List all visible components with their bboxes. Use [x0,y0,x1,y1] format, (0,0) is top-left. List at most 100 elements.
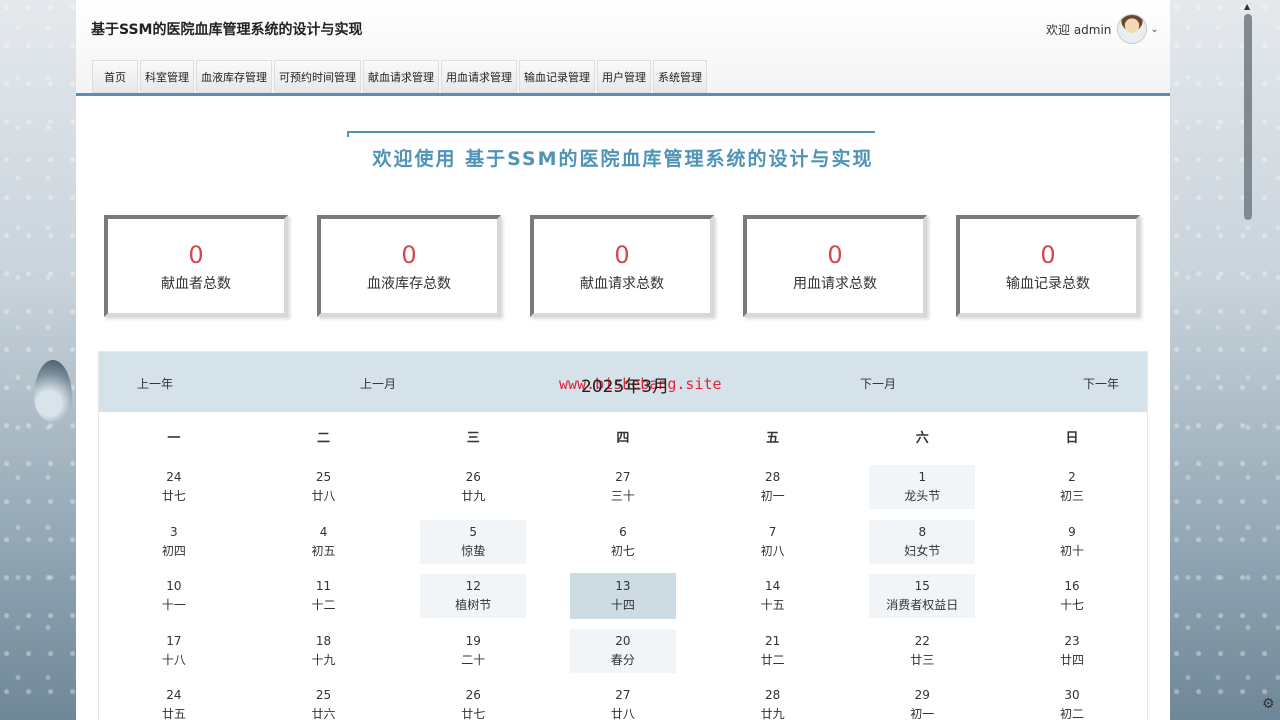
calendar-day[interactable]: 5 惊蛰 [398,515,548,570]
calendar-day[interactable]: 18 十九 [249,624,399,679]
calendar-day-number: 20 [615,633,631,648]
calendar-day[interactable]: 21 廿二 [698,624,848,679]
calendar-day[interactable]: 25 廿八 [249,460,399,515]
calendar-day-content: 3 初四 [121,520,227,564]
calendar-day-lunar: 廿九 [461,489,486,504]
calendar-day[interactable]: 26 廿九 [398,460,548,515]
calendar-day[interactable]: 26 廿七 [398,678,548,720]
calendar-day-lunar: 廿二 [760,652,785,667]
nav-appointment-time[interactable]: 可预约时间管理 [274,60,361,93]
calendar-day-lunar: 初二 [1059,707,1084,720]
calendar-day[interactable]: 1 龙头节 [847,460,997,515]
nav-system-management[interactable]: 系统管理 [653,60,707,93]
calendar-day-content: 26 廿九 [420,465,526,509]
calendar-day[interactable]: 27 廿八 [548,678,698,720]
stats-row: 0 献血者总数 0 血液库存总数 0 献血请求总数 0 用血请求总数 0 输血记… [104,215,1140,317]
calendar-day[interactable]: 24 廿七 [99,460,249,515]
calendar-day[interactable]: 23 廿四 [997,624,1147,679]
calendar-day[interactable]: 15 消费者权益日 [847,569,997,624]
calendar-day[interactable]: 30 初二 [997,678,1147,720]
calendar-day-content: 25 廿六 [271,683,377,720]
calendar-day[interactable]: 7 初八 [698,515,848,570]
calendar-day-number: 25 [315,470,332,485]
calendar-day[interactable]: 3 初四 [99,515,249,570]
calendar-day-content: 24 廿七 [121,465,227,509]
prev-year-button[interactable]: 上一年 [137,375,173,392]
calendar-day[interactable]: 2 初三 [997,460,1147,515]
calendar-day-number: 17 [166,633,182,648]
calendar-day-lunar: 初十 [1059,543,1084,558]
stat-label: 献血请求总数 [580,276,664,292]
weekday-label: 一 [167,430,181,446]
calendar-day-lunar: 廿八 [311,489,336,504]
calendar-day-lunar: 初三 [1059,489,1084,504]
calendar-day[interactable]: 9 初十 [997,515,1147,570]
background-left [0,0,76,720]
calendar-day-lunar: 廿八 [610,707,635,720]
calendar-day-number: 13 [615,579,631,594]
stat-value: 0 [1040,241,1056,269]
chevron-down-icon[interactable]: ⌄ [1150,24,1158,35]
calendar-day[interactable]: 28 初一 [698,460,848,515]
calendar-day-number: 1 [918,470,927,485]
calendar-day-content: 13 十四 [570,573,676,620]
calendar-day-lunar: 廿六 [311,707,336,720]
calendar-day[interactable]: 27 三十 [548,460,698,515]
calendar-day[interactable]: 4 初五 [249,515,399,570]
calendar-day[interactable]: 6 初七 [548,515,698,570]
calendar-day-lunar: 廿七 [461,707,486,720]
calendar-day[interactable]: 11 十二 [249,569,399,624]
calendar-day-number: 9 [1068,524,1076,539]
calendar-day[interactable]: 22 廿三 [847,624,997,679]
calendar-day[interactable]: 12 植树节 [398,569,548,624]
stat-card-transfusion-records: 0 输血记录总数 [956,215,1140,317]
page-scrollbar[interactable] [1244,14,1252,220]
calendar-day-content: 10 十一 [121,574,227,618]
calendar-day-lunar: 廿七 [161,489,186,504]
background-right [1170,0,1280,720]
app-title: 基于SSM的医院血库管理系统的设计与实现 [91,22,363,38]
nav-home[interactable]: 首页 [92,60,138,93]
scroll-up-arrow-icon[interactable]: ▲ [1244,2,1250,11]
nav-donation-request[interactable]: 献血请求管理 [363,60,439,93]
calendar-day[interactable]: 24 廿五 [99,678,249,720]
weekday-label: 四 [616,430,630,446]
calendar-day-number: 10 [166,579,182,594]
nav-transfusion-record[interactable]: 输血记录管理 [519,60,595,93]
calendar-day[interactable]: 16 十七 [997,569,1147,624]
nav-department[interactable]: 科室管理 [140,60,194,93]
calendar-day[interactable]: 8 妇女节 [847,515,997,570]
user-menu[interactable]: 欢迎 admin ⌄ [1046,14,1159,44]
calendar-day-number: 5 [469,524,478,539]
calendar-day-content: 6 初七 [570,520,676,564]
calendar-day[interactable]: 28 廿九 [698,678,848,720]
calendar-day[interactable]: 29 初一 [847,678,997,720]
next-year-button[interactable]: 下一年 [1083,375,1119,392]
calendar-day-lunar: 廿五 [161,707,186,720]
nav-usage-request[interactable]: 用血请求管理 [441,60,517,93]
nav-user-management[interactable]: 用户管理 [597,60,651,93]
next-month-button[interactable]: 下一月 [860,375,896,392]
calendar-day-lunar: 妇女节 [904,543,941,558]
calendar-day-today[interactable]: 13 十四 [548,569,698,624]
calendar-day-lunar: 龙头节 [904,489,941,504]
calendar-day-content: 18 十九 [271,629,377,673]
calendar-day-content: 2 初三 [1019,465,1125,509]
stat-label: 血液库存总数 [367,276,451,292]
prev-month-button[interactable]: 上一月 [360,375,396,392]
weekday-label: 三 [466,430,480,446]
nav-blood-inventory[interactable]: 血液库存管理 [196,60,272,93]
calendar-day[interactable]: 19 二十 [398,624,548,679]
calendar-day-lunar: 春分 [610,652,635,667]
calendar-day[interactable]: 14 十五 [698,569,848,624]
calendar-day[interactable]: 25 廿六 [249,678,399,720]
avatar[interactable] [1117,14,1148,44]
calendar-day-number: 11 [315,579,332,594]
calendar-day-number: 7 [768,524,777,539]
calendar-day[interactable]: 10 十一 [99,569,249,624]
calendar-day[interactable]: 20 春分 [548,624,698,679]
calendar-day-number: 24 [166,688,182,703]
calendar-day[interactable]: 17 十八 [99,624,249,679]
gear-icon[interactable]: ⚙ [1262,696,1275,712]
calendar-day-content: 17 十八 [121,629,227,673]
